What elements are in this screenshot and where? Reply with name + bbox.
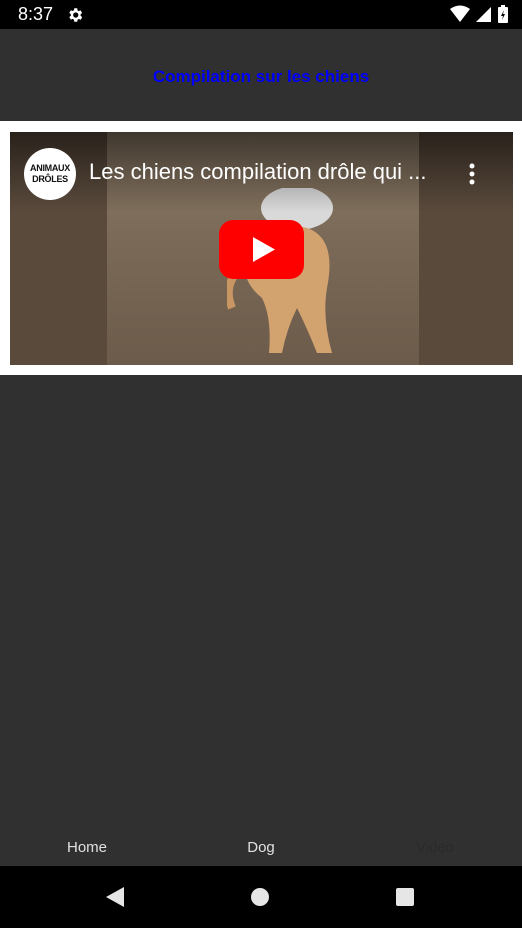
app-header: Compilation sur les chiens <box>0 29 522 121</box>
system-nav-bar <box>0 866 522 928</box>
cell-signal-icon <box>476 7 491 22</box>
content-area <box>0 375 522 831</box>
status-bar: 8:37 <box>0 0 522 29</box>
bottom-nav: Home Dog Video <box>0 831 522 866</box>
nav-dog[interactable]: Dog <box>174 839 348 856</box>
video-card: ANIMAUX DRÔLES Les chiens compilation dr… <box>0 121 522 375</box>
nav-home[interactable]: Home <box>0 839 174 856</box>
wifi-icon <box>450 5 470 22</box>
video-title[interactable]: Les chiens compilation drôle qui ... <box>89 159 449 185</box>
channel-logo-line1: ANIMAUX <box>30 163 70 173</box>
page-title: Compilation sur les chiens <box>152 67 370 86</box>
status-time: 8:37 <box>18 4 54 24</box>
status-icons <box>450 5 508 23</box>
battery-icon <box>498 5 508 23</box>
home-icon[interactable] <box>250 887 270 907</box>
channel-logo-line2: DRÔLES <box>32 174 68 184</box>
youtube-play-icon[interactable] <box>219 220 304 279</box>
kebab-icon[interactable] <box>466 162 478 186</box>
gear-icon <box>69 8 83 22</box>
back-icon[interactable] <box>104 886 126 908</box>
recents-icon[interactable] <box>395 887 415 907</box>
channel-logo[interactable]: ANIMAUX DRÔLES <box>24 148 76 200</box>
video-topbar: ANIMAUX DRÔLES Les chiens compilation dr… <box>10 132 513 212</box>
nav-video[interactable]: Video <box>348 839 522 856</box>
youtube-player[interactable]: ANIMAUX DRÔLES Les chiens compilation dr… <box>10 132 513 365</box>
